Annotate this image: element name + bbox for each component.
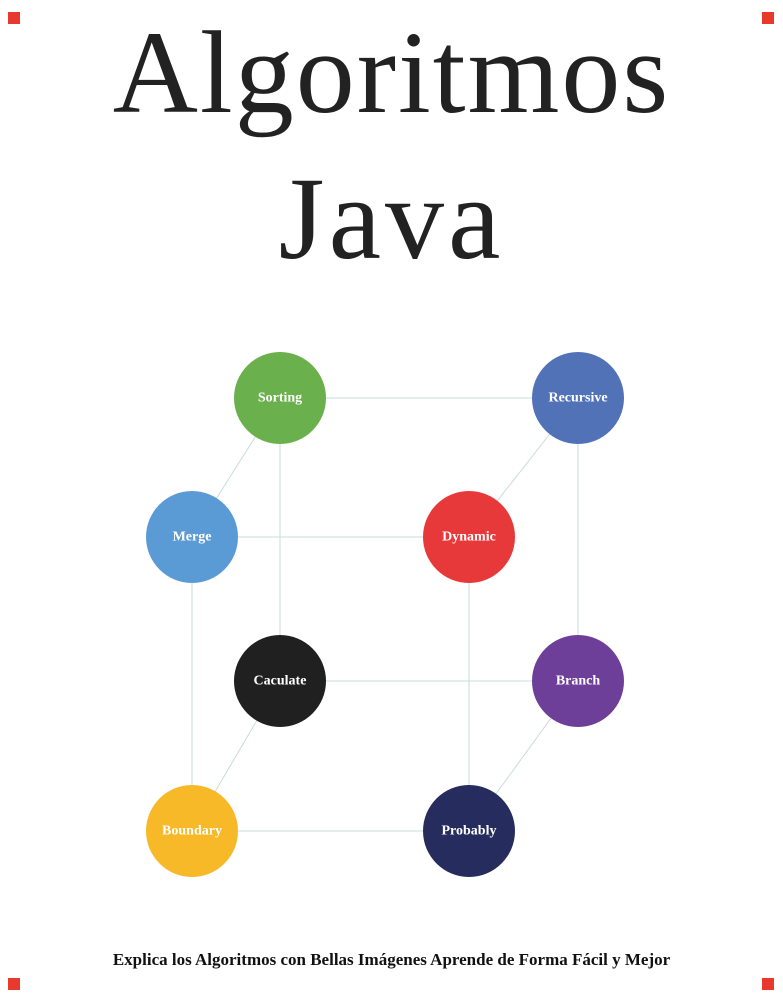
node-probably: Probably: [423, 785, 515, 877]
node-label-recursive: Recursive: [548, 391, 607, 406]
node-label-merge: Merge: [173, 530, 212, 545]
algorithm-cube-diagram: Sorting Recursive Merge Dynamic Caculate Bran…: [146, 352, 624, 877]
node-caculate: Caculate: [234, 635, 326, 727]
diagram-edges: [191, 397, 579, 832]
node-dynamic: Dynamic: [423, 491, 515, 583]
node-label-branch: Branch: [556, 674, 601, 689]
book-subtitle: Explica los Algoritmos con Bellas Imágen…: [112, 950, 671, 969]
node-label-probably: Probably: [442, 824, 497, 839]
node-label-sorting: Sorting: [258, 391, 302, 406]
diagram-nodes: Sorting Recursive Merge Dynamic Caculate Bran…: [146, 352, 624, 877]
node-label-caculate: Caculate: [254, 674, 307, 689]
node-label-boundary: Boundary: [162, 824, 222, 839]
node-label-dynamic: Dynamic: [442, 530, 496, 545]
node-merge: Merge: [146, 491, 238, 583]
node-recursive: Recursive: [532, 352, 624, 444]
node-boundary: Boundary: [146, 785, 238, 877]
node-branch: Branch: [532, 635, 624, 727]
node-sorting: Sorting: [234, 352, 326, 444]
